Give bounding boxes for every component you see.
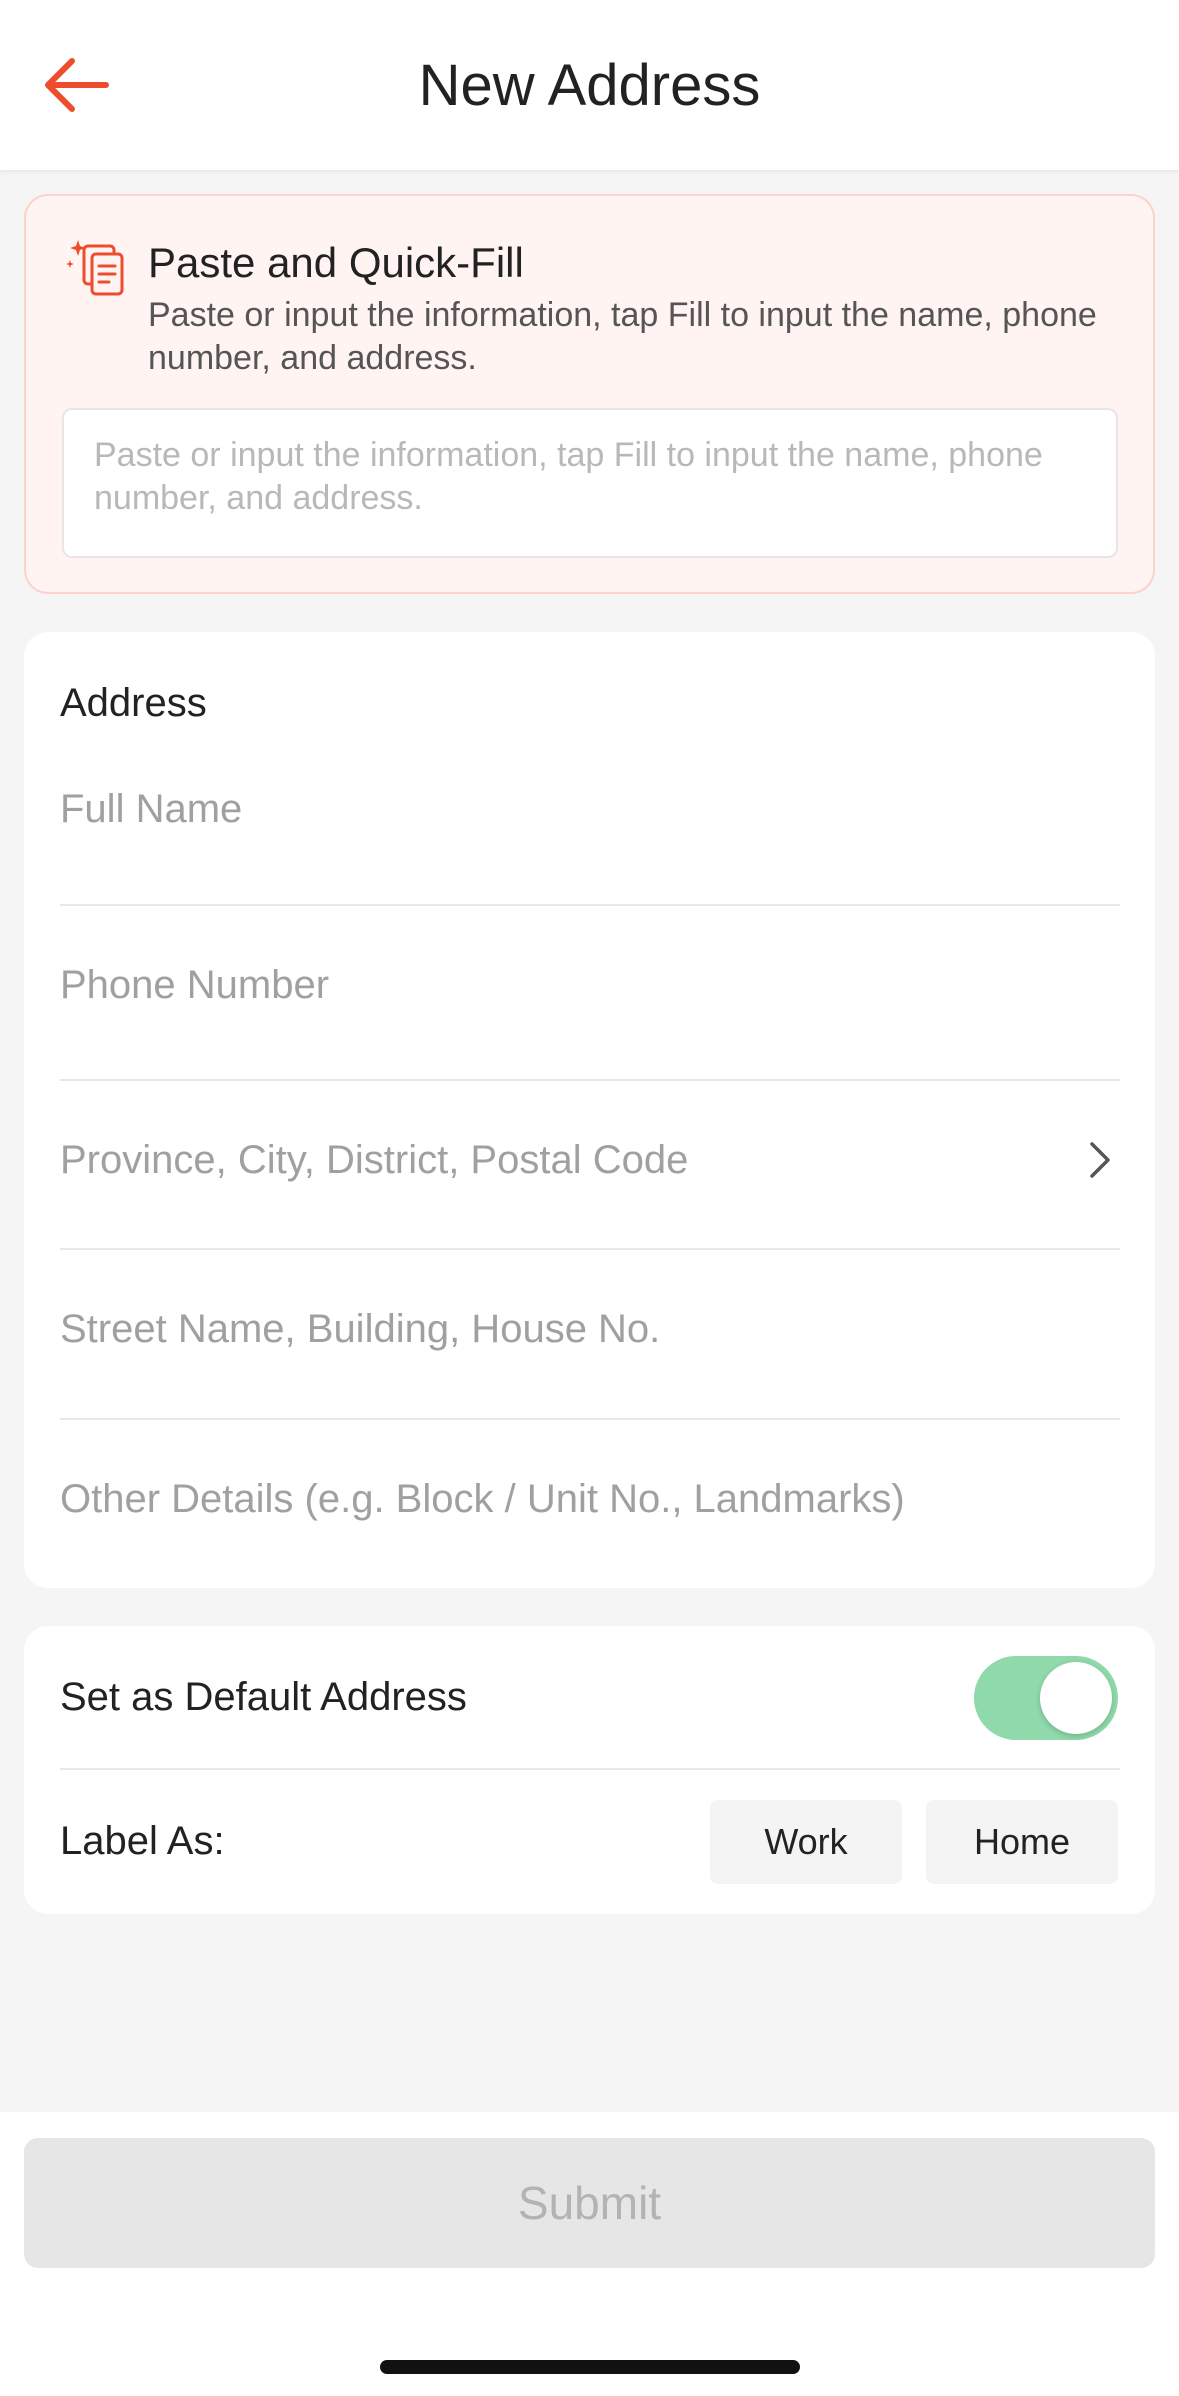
label-as-text: Label As:	[60, 1819, 225, 1863]
street-input[interactable]	[60, 1304, 1120, 1354]
paste-sparkle-icon	[66, 240, 124, 296]
region-selector[interactable]: Province, City, District, Postal Code	[60, 1134, 1120, 1186]
address-settings-card: Set as Default Address Label As: Work Ho…	[24, 1626, 1155, 1914]
region-placeholder: Province, City, District, Postal Code	[60, 1138, 689, 1182]
page-title: New Address	[418, 53, 761, 118]
default-address-label: Set as Default Address	[60, 1675, 467, 1719]
quick-fill-title: Paste and Quick-Fill	[148, 239, 524, 286]
address-form-card: Address Province, City, District, Postal…	[24, 632, 1155, 1588]
quick-fill-description: Paste or input the information, tap Fill…	[148, 296, 1097, 377]
street-field[interactable]	[60, 1304, 1120, 1354]
divider	[60, 1079, 1120, 1081]
default-address-toggle[interactable]	[974, 1656, 1118, 1740]
divider	[60, 1418, 1120, 1420]
other-details-field[interactable]	[60, 1474, 1120, 1524]
submit-button[interactable]: Submit	[24, 2138, 1155, 2268]
divider	[60, 1768, 1120, 1770]
address-section-title: Address	[60, 681, 207, 725]
other-details-input[interactable]	[60, 1474, 1120, 1524]
phone-number-field[interactable]	[60, 960, 1120, 1010]
top-nav-bar: New Address	[0, 0, 1179, 170]
full-name-input[interactable]	[60, 784, 1120, 834]
home-indicator	[380, 2360, 800, 2374]
bottom-action-bar: Submit	[0, 2112, 1179, 2396]
quick-fill-card: Paste and Quick-Fill Paste or input the …	[24, 194, 1155, 594]
label-chip-home[interactable]: Home	[926, 1800, 1118, 1884]
quick-fill-input[interactable]	[62, 408, 1118, 558]
new-address-screen: New Address Paste and Quick-Fill Paste o…	[0, 0, 1179, 2396]
full-name-field[interactable]	[60, 784, 1120, 834]
phone-number-input[interactable]	[60, 960, 1120, 1010]
label-chip-work[interactable]: Work	[710, 1800, 902, 1884]
divider	[60, 1248, 1120, 1250]
divider	[60, 904, 1120, 906]
toggle-knob	[1040, 1662, 1112, 1734]
chevron-right-icon	[1090, 1142, 1110, 1178]
